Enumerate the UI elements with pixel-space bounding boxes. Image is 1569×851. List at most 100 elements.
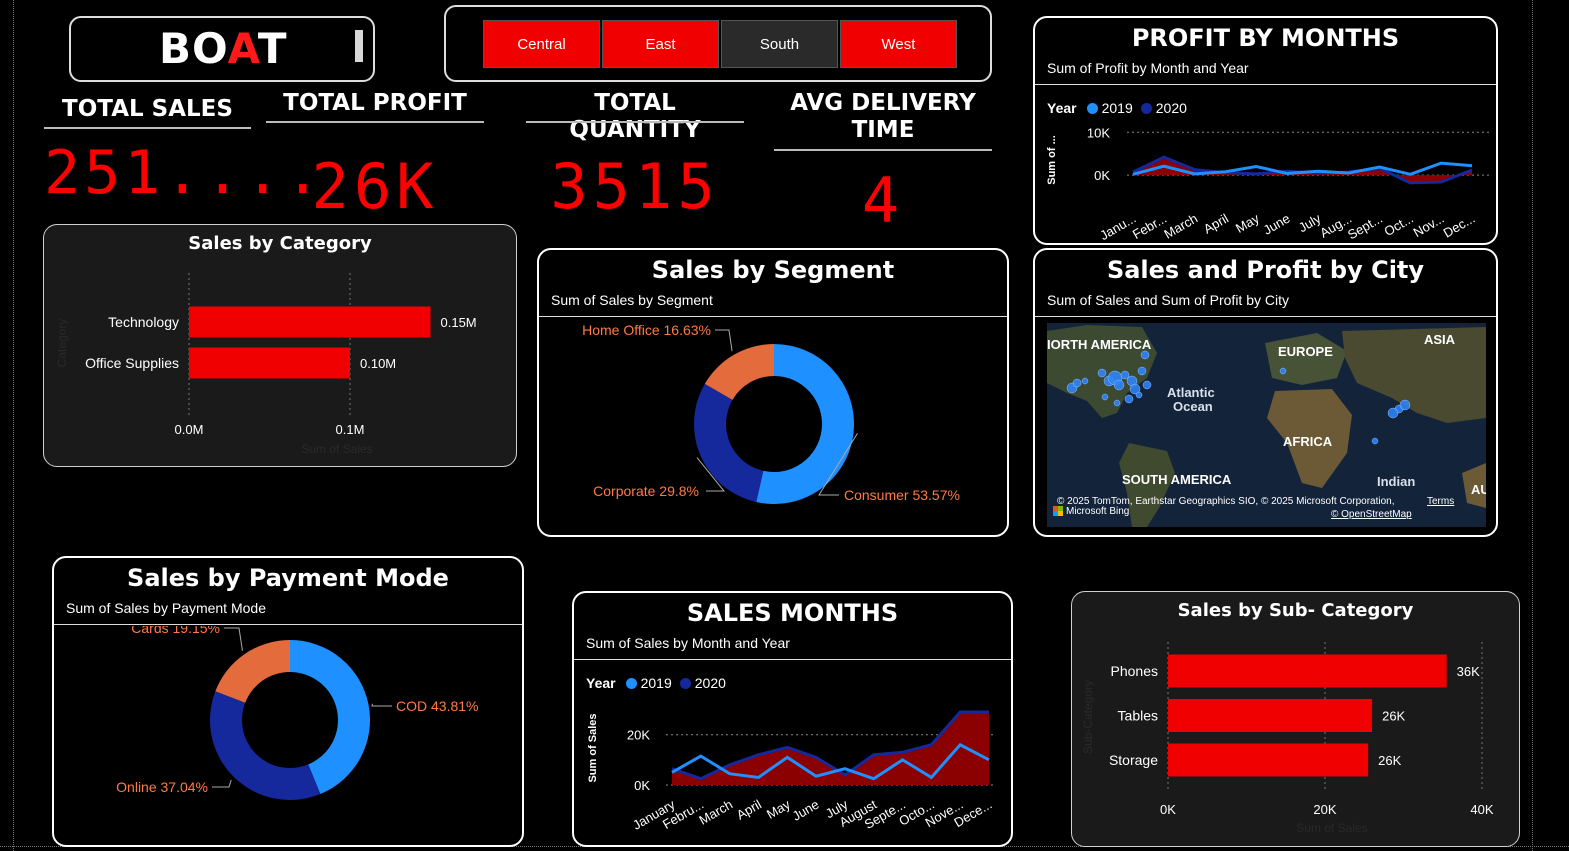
sales-profit-city-panel: Sales and Profit by City Sum of Sales an…	[1033, 248, 1498, 537]
sales-by-segment-panel: Sales by Segment Sum of Sales by Segment…	[537, 248, 1009, 537]
bar-value-label: 26K	[1382, 709, 1405, 724]
city-point[interactable]	[1399, 399, 1411, 411]
city-point[interactable]	[1101, 393, 1109, 401]
x-tick-label: 0.0M	[175, 422, 204, 437]
sales-by-segment-divider	[539, 316, 1007, 317]
city-point[interactable]	[1371, 437, 1379, 445]
map-label-au: AU	[1471, 482, 1486, 497]
sales-profit-city-title: Sales and Profit by City	[1106, 256, 1425, 284]
category-label: Tables	[1118, 708, 1158, 724]
slice-label: COD 43.81%	[396, 698, 478, 714]
leader-line	[371, 703, 392, 707]
brand-logo: BOAT	[69, 16, 375, 82]
donut-slice[interactable]	[215, 640, 290, 703]
bar-storage[interactable]	[1168, 743, 1369, 777]
city-point[interactable]	[1140, 350, 1150, 360]
x-tick-label: June	[1261, 211, 1293, 238]
city-point[interactable]	[1135, 391, 1143, 399]
sales-by-payment-donut[interactable]: COD 43.81% Online 37.04% Cards 19.15%	[54, 626, 524, 846]
bing-logo-bl	[1053, 511, 1058, 516]
total-quantity-divider	[526, 121, 744, 123]
total-profit-label: TOTAL PROFIT	[283, 90, 467, 116]
sales-by-payment-divider	[54, 624, 522, 625]
total-quantity-value: 3515	[550, 150, 720, 223]
map-label-atlantic-1: Atlantic	[1167, 385, 1215, 400]
x-tick-label: May	[764, 796, 793, 822]
y-tick-label: 0K	[1094, 168, 1110, 183]
legend-2019-label[interactable]: 2019	[641, 675, 672, 691]
map-label-south-america: SOUTH AMERICA	[1122, 472, 1232, 487]
total-sales-value: 251....	[44, 138, 325, 208]
x-tick-label: Sept...	[1345, 211, 1385, 243]
map-label-atlantic-2: Ocean	[1173, 399, 1213, 414]
sales-months-subtitle: Sum of Sales by Month and Year	[586, 635, 790, 651]
city-point[interactable]	[1081, 377, 1089, 385]
region-central-button[interactable]: Central	[483, 20, 600, 68]
profit-by-months-chart[interactable]: 10K0KSum of ...Janu...Febr...March April M…	[1035, 118, 1496, 243]
sales-months-legend: Year 2019 2020	[586, 675, 726, 691]
x-tick-label: March	[1161, 211, 1200, 242]
y-axis-title: Sub-Category	[1081, 680, 1095, 754]
map-osm-link[interactable]: © OpenStreetMap	[1331, 509, 1412, 520]
donut-slice[interactable]	[210, 691, 321, 800]
legend-2020-label[interactable]: 2020	[1156, 100, 1187, 116]
x-tick-label: April	[734, 797, 764, 823]
region-west-button[interactable]: West	[840, 20, 957, 68]
canvas-guide-left	[13, 0, 14, 851]
avg-delivery-divider	[774, 149, 992, 151]
donut-slice[interactable]	[694, 383, 764, 502]
city-point[interactable]	[1113, 399, 1121, 407]
bing-logo-tr	[1058, 506, 1063, 511]
sales-by-category-chart[interactable]: 0.0M 0.1M Technology 0.15M Office Supplies 0.…	[44, 225, 516, 466]
city-map[interactable]: IORTH AMERICA EUROPE ASIA Atlantic Ocean…	[1047, 323, 1486, 527]
x-tick-label: Nov...	[1411, 211, 1447, 240]
y-tick-label: 0K	[634, 778, 650, 793]
city-point[interactable]	[1120, 370, 1130, 380]
map-bing-label: Microsoft Bing	[1066, 506, 1129, 517]
city-point[interactable]	[1113, 379, 1125, 391]
avg-delivery-label-line1: AVG DELIVERY	[790, 90, 976, 116]
map-terms-link[interactable]: Terms	[1427, 496, 1454, 507]
legend-2020-label[interactable]: 2020	[695, 675, 726, 691]
brand-text: BOAT	[159, 24, 288, 73]
city-point[interactable]	[1097, 368, 1107, 378]
map-label-europe: EUROPE	[1278, 344, 1333, 359]
legend-2019-label[interactable]: 2019	[1102, 100, 1133, 116]
x-axis-title: Sum of Sales	[1296, 821, 1367, 835]
slice-label: Online 37.04%	[116, 779, 208, 795]
brand-part1: BO	[159, 24, 228, 73]
category-label: Phones	[1111, 663, 1158, 679]
city-point[interactable]	[1072, 378, 1082, 388]
bar-technology[interactable]	[189, 306, 431, 338]
region-slicer: Central East South West	[444, 5, 992, 82]
sales-by-segment-title: Sales by Segment	[651, 256, 895, 284]
city-point[interactable]	[1142, 380, 1152, 390]
city-point[interactable]	[1279, 367, 1287, 375]
bar-value-label: 0.10M	[360, 356, 396, 371]
bar-phones[interactable]	[1168, 654, 1447, 688]
profit-by-months-divider	[1035, 84, 1496, 85]
region-east-button[interactable]: East	[602, 20, 719, 68]
sales-by-payment-subtitle: Sum of Sales by Payment Mode	[66, 600, 266, 616]
bar-office-supplies[interactable]	[189, 347, 350, 379]
bar-tables[interactable]	[1168, 699, 1373, 732]
total-sales-label: TOTAL SALES	[62, 96, 233, 122]
region-south-button[interactable]: South	[721, 20, 838, 68]
x-tick-label: Dec...	[1441, 211, 1478, 241]
bar-value-label: 36K	[1457, 664, 1480, 679]
sales-by-subcategory-panel: Sales by Sub- Category 0K 20K 40K Phones 36K…	[1071, 591, 1520, 847]
city-point[interactable]	[1387, 407, 1399, 419]
map-label-north-america: IORTH AMERICA	[1047, 337, 1152, 352]
legend-title: Year	[586, 675, 616, 691]
slice-label: Cards 19.15%	[131, 626, 220, 636]
area-2020	[672, 712, 989, 785]
city-point[interactable]	[1124, 394, 1134, 404]
city-point[interactable]	[1137, 366, 1147, 376]
legend-2020-dot	[679, 677, 691, 689]
sales-by-segment-donut[interactable]: Consumer 53.57% Corporate 29.8% Home Offic…	[539, 318, 1009, 536]
sales-months-chart[interactable]: 20K0KSum of SalesJanuaryFebru...MarchApr…	[574, 693, 1013, 847]
bing-logo-tl	[1053, 506, 1058, 511]
legend-title: Year	[1047, 100, 1077, 116]
sales-by-subcategory-chart[interactable]: 0K 20K 40K Phones 36K Tables 26K Storage 26K Sub-…	[1072, 592, 1519, 846]
sales-months-divider	[574, 659, 1011, 660]
